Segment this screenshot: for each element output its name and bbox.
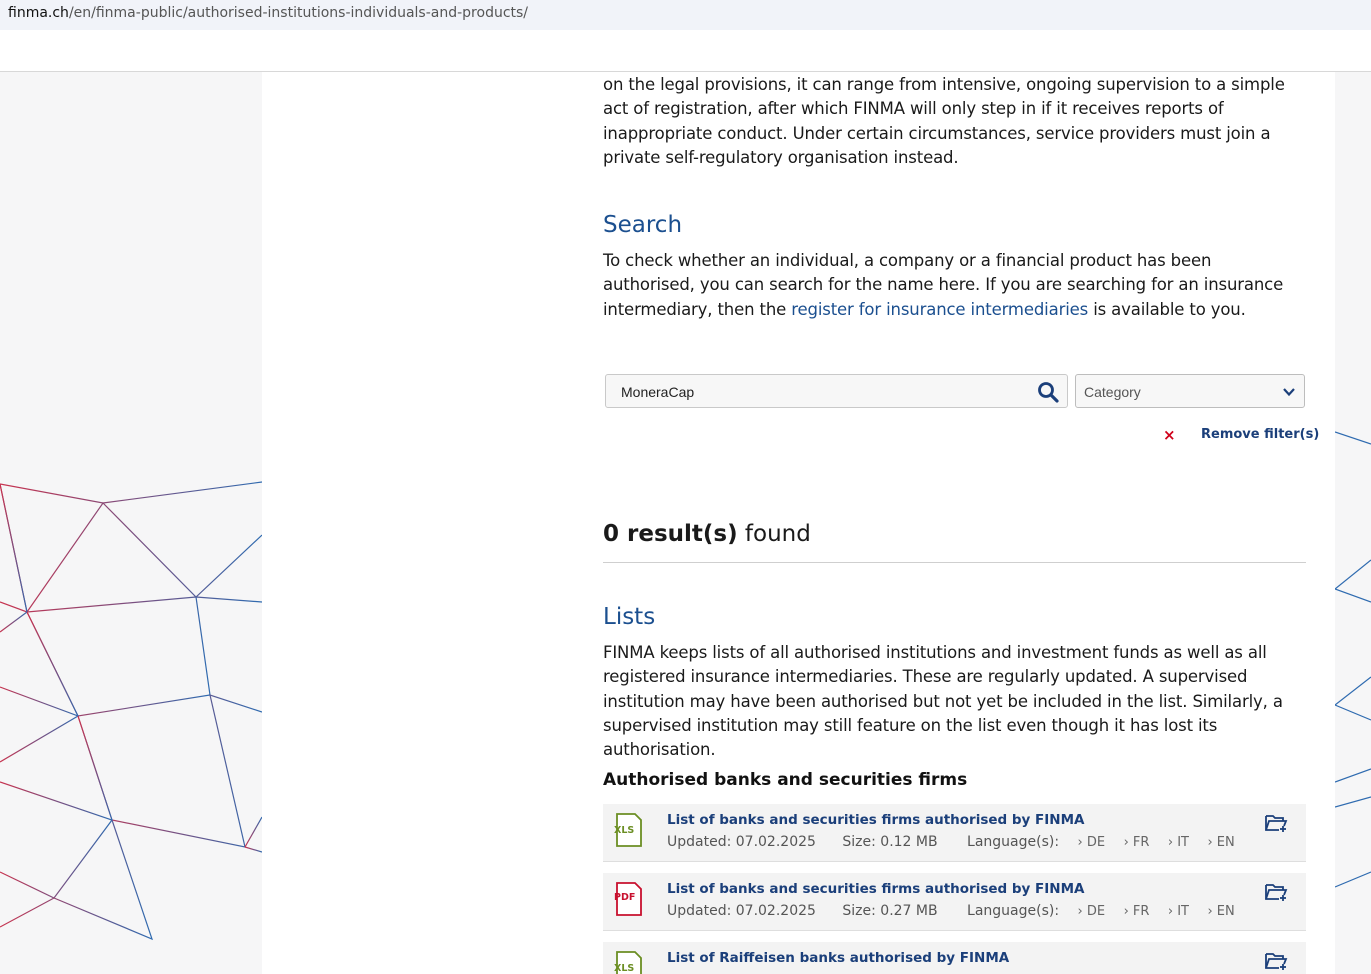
insurance-intermediaries-register-link[interactable]: register for insurance intermediaries bbox=[791, 300, 1088, 319]
search-icon[interactable] bbox=[1037, 381, 1059, 403]
language-link-it[interactable]: › IT bbox=[1168, 835, 1189, 850]
decorative-network-graphic bbox=[0, 481, 262, 941]
language-link-fr[interactable]: › FR bbox=[1124, 835, 1150, 850]
list-item-title[interactable]: List of banks and securities firms autho… bbox=[667, 881, 1084, 897]
folder-add-icon[interactable] bbox=[1264, 951, 1288, 971]
search-description: To check whether an individual, a compan… bbox=[603, 251, 1284, 319]
xls-file-icon[interactable]: XLS bbox=[613, 950, 645, 974]
close-icon: × bbox=[1163, 426, 1176, 444]
folder-add-icon[interactable] bbox=[1264, 813, 1288, 833]
content-column: on the legal provisions, it can range fr… bbox=[262, 72, 1335, 974]
search-heading: Search bbox=[603, 212, 683, 238]
intro-paragraph: on the legal provisions, it can range fr… bbox=[603, 75, 1285, 167]
address-bar[interactable]: finma.ch/en/finma-public/authorised-inst… bbox=[0, 0, 1371, 30]
list-item: XLS List of banks and securities firms a… bbox=[603, 804, 1306, 862]
authorised-banks-subheading: Authorised banks and securities firms bbox=[603, 770, 968, 790]
remove-filters-label: Remove filter(s) bbox=[1201, 427, 1320, 442]
list-item-meta: Updated: 07.02.2025 Size: 0.27 MB Langua… bbox=[667, 903, 1235, 919]
page-background: on the legal provisions, it can range fr… bbox=[0, 72, 1371, 974]
language-link-en[interactable]: › EN bbox=[1207, 904, 1234, 919]
language-link-de[interactable]: › DE bbox=[1078, 904, 1106, 919]
category-placeholder: Category bbox=[1084, 384, 1141, 400]
chevron-down-icon bbox=[1283, 388, 1295, 397]
language-link-it[interactable]: › IT bbox=[1168, 904, 1189, 919]
list-item-title[interactable]: List of Raiffeisen banks authorised by F… bbox=[667, 950, 1009, 966]
browser-toolbar bbox=[0, 30, 1371, 72]
search-bar: MoneraCap Category bbox=[603, 374, 1306, 410]
search-input-value: MoneraCap bbox=[621, 384, 695, 400]
svg-text:PDF: PDF bbox=[614, 892, 635, 903]
xls-file-icon[interactable]: XLS bbox=[613, 812, 645, 848]
folder-add-icon[interactable] bbox=[1264, 882, 1288, 902]
language-link-de[interactable]: › DE bbox=[1078, 835, 1106, 850]
list-item-meta: Updated: 07.02.2025 Size: 0.12 MB Langua… bbox=[667, 834, 1235, 850]
language-link-en[interactable]: › EN bbox=[1207, 835, 1234, 850]
address-url[interactable]: finma.ch/en/finma-public/authorised-inst… bbox=[8, 5, 528, 21]
search-input[interactable]: MoneraCap bbox=[605, 374, 1068, 408]
svg-text:XLS: XLS bbox=[614, 963, 634, 974]
lists-description: FINMA keeps lists of all authorised inst… bbox=[603, 643, 1283, 760]
decorative-network-graphic-right bbox=[1335, 431, 1371, 888]
list-item: PDF List of banks and securities firms a… bbox=[603, 873, 1306, 931]
list-item-title[interactable]: List of banks and securities firms autho… bbox=[667, 812, 1084, 828]
language-link-fr[interactable]: › FR bbox=[1124, 904, 1150, 919]
list-item: XLS List of Raiffeisen banks authorised … bbox=[603, 942, 1306, 974]
lists-heading: Lists bbox=[603, 604, 656, 630]
remove-filters-button[interactable]: × Remove filter(s) bbox=[1163, 426, 1319, 446]
pdf-file-icon[interactable]: PDF bbox=[613, 881, 645, 917]
results-count: 0 result(s) found bbox=[603, 521, 1306, 563]
svg-text:XLS: XLS bbox=[614, 825, 634, 836]
category-select[interactable]: Category bbox=[1075, 374, 1305, 408]
